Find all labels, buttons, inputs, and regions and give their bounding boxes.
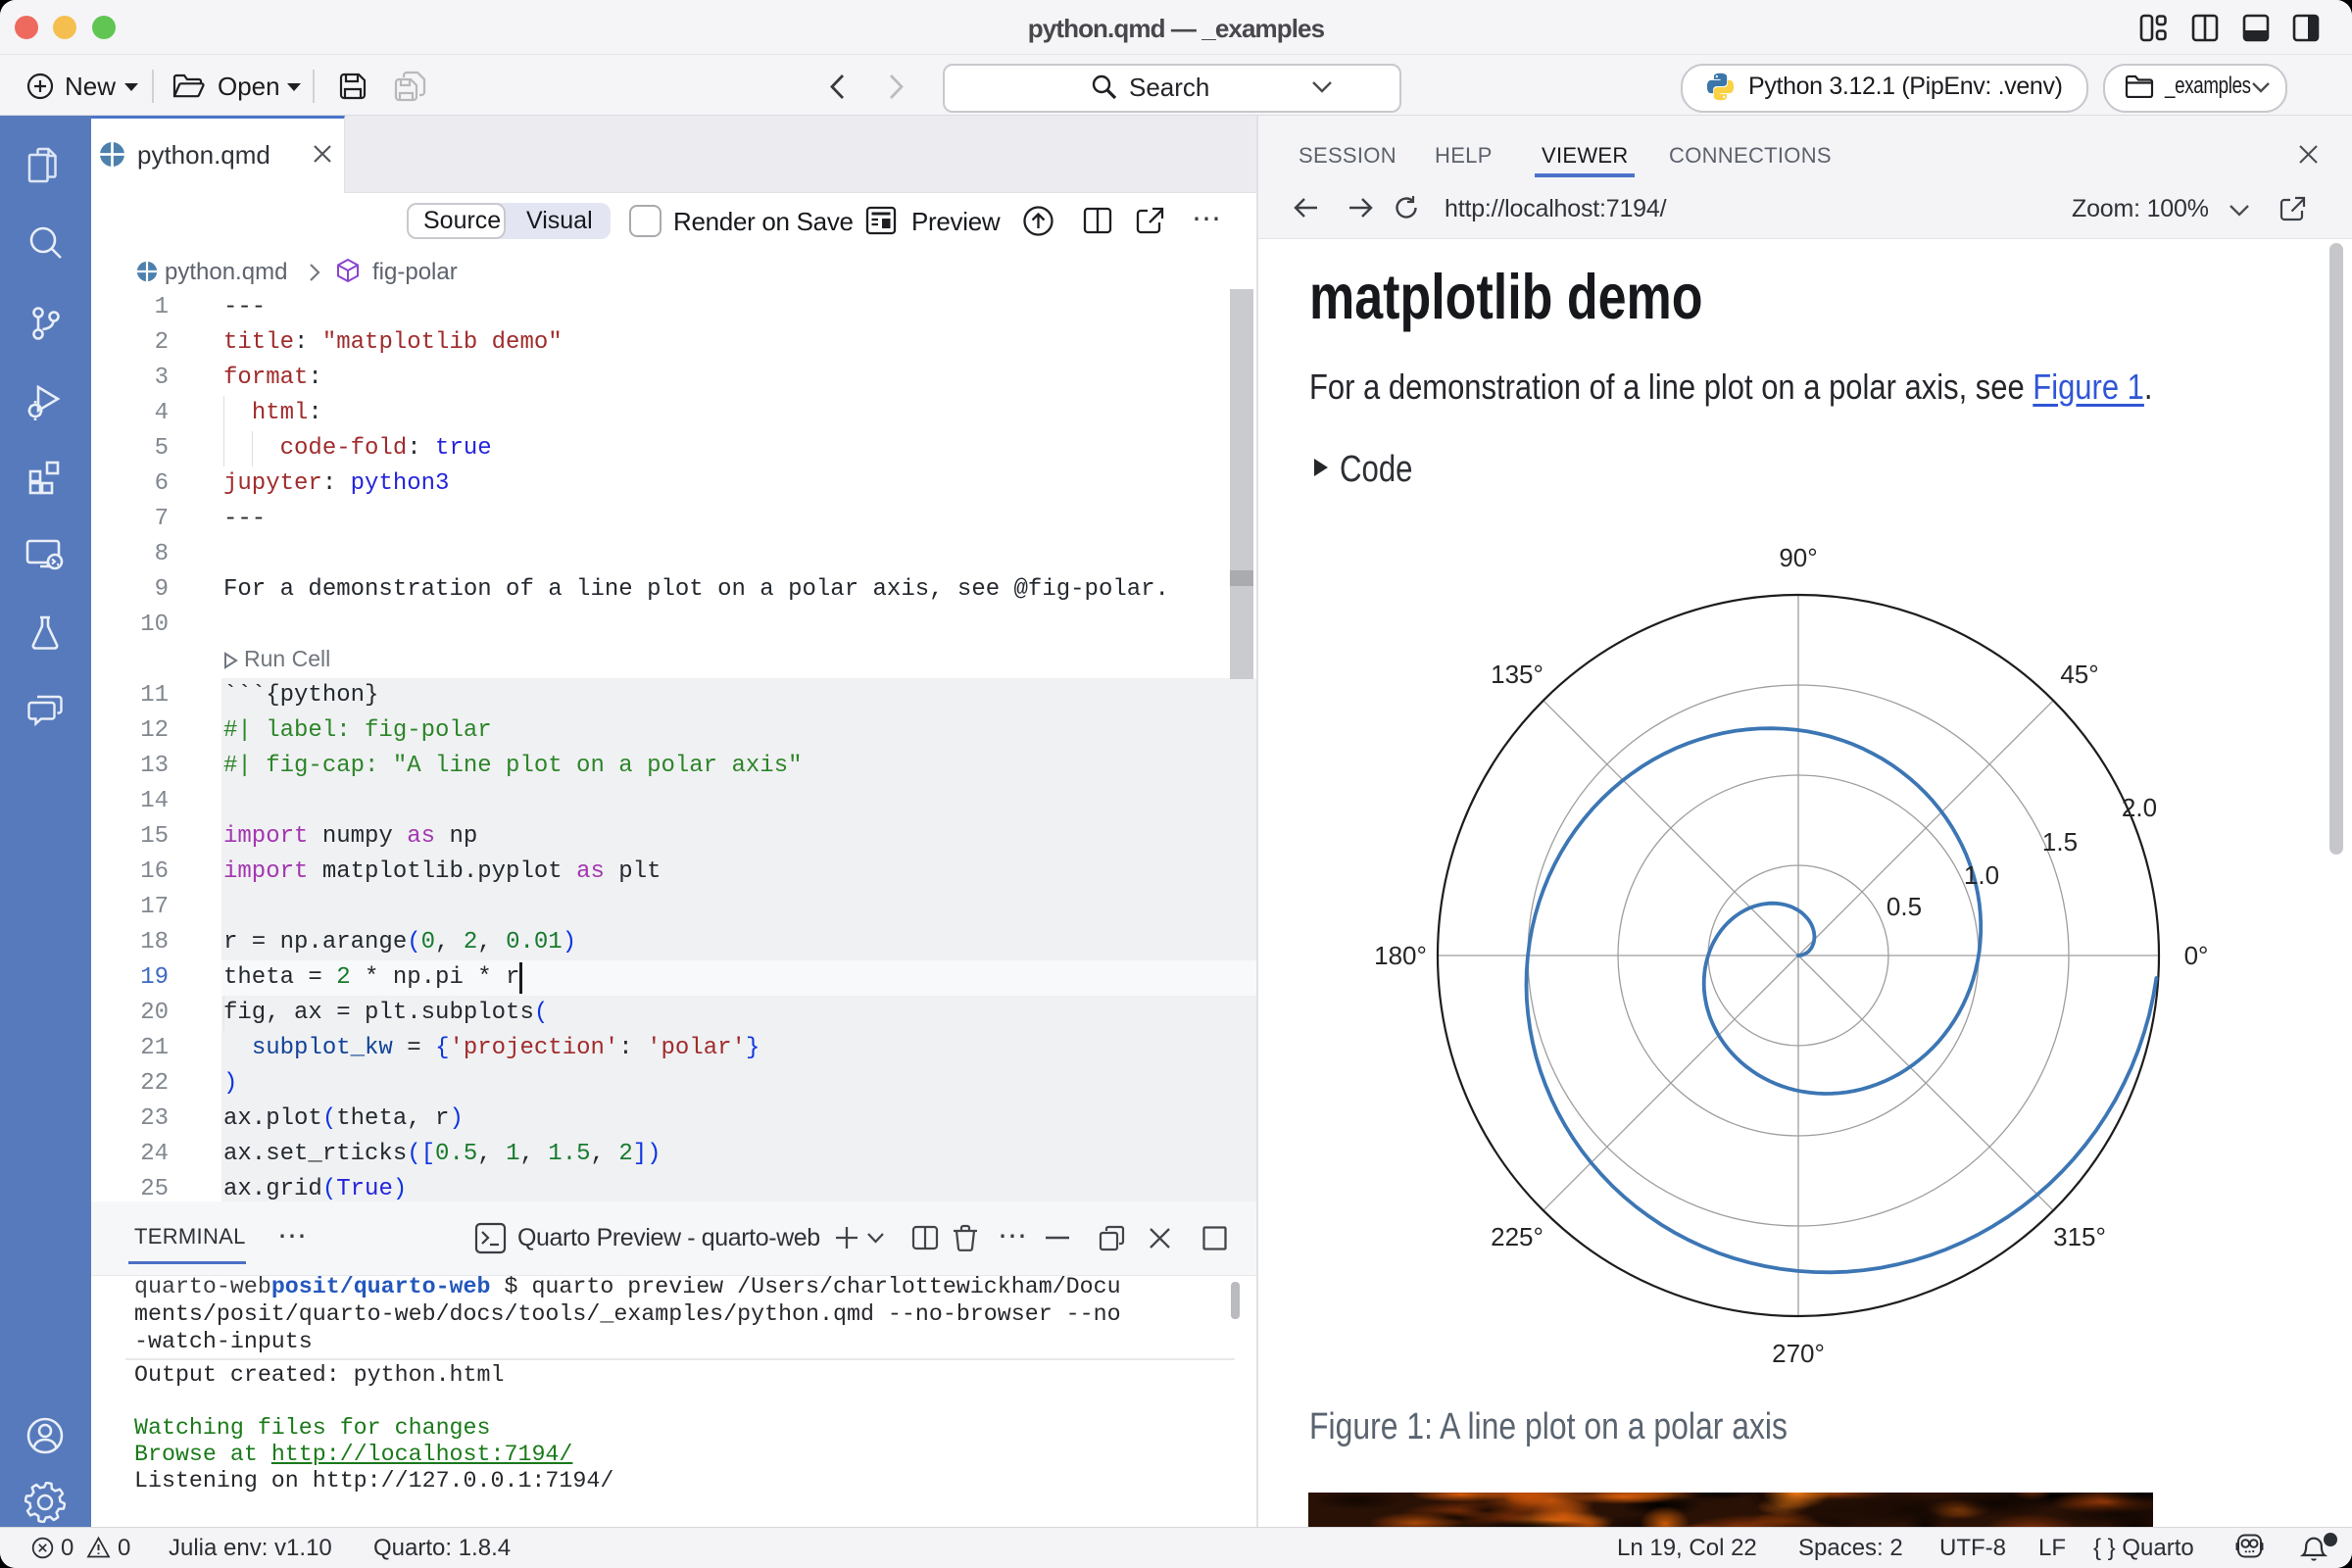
svg-text:45°: 45°: [2060, 660, 2098, 689]
svg-text:0°: 0°: [2184, 941, 2209, 970]
svg-text:1.5: 1.5: [2042, 827, 2078, 857]
svg-text:180°: 180°: [1374, 941, 1427, 970]
svg-text:90°: 90°: [1779, 543, 1817, 572]
svg-text:270°: 270°: [1772, 1339, 1825, 1368]
svg-text:1.0: 1.0: [1964, 860, 1999, 890]
svg-text:0.5: 0.5: [1886, 892, 1922, 921]
svg-text:135°: 135°: [1491, 660, 1544, 689]
svg-text:315°: 315°: [2053, 1222, 2106, 1251]
svg-text:2.0: 2.0: [2122, 793, 2157, 822]
svg-text:225°: 225°: [1491, 1222, 1544, 1251]
